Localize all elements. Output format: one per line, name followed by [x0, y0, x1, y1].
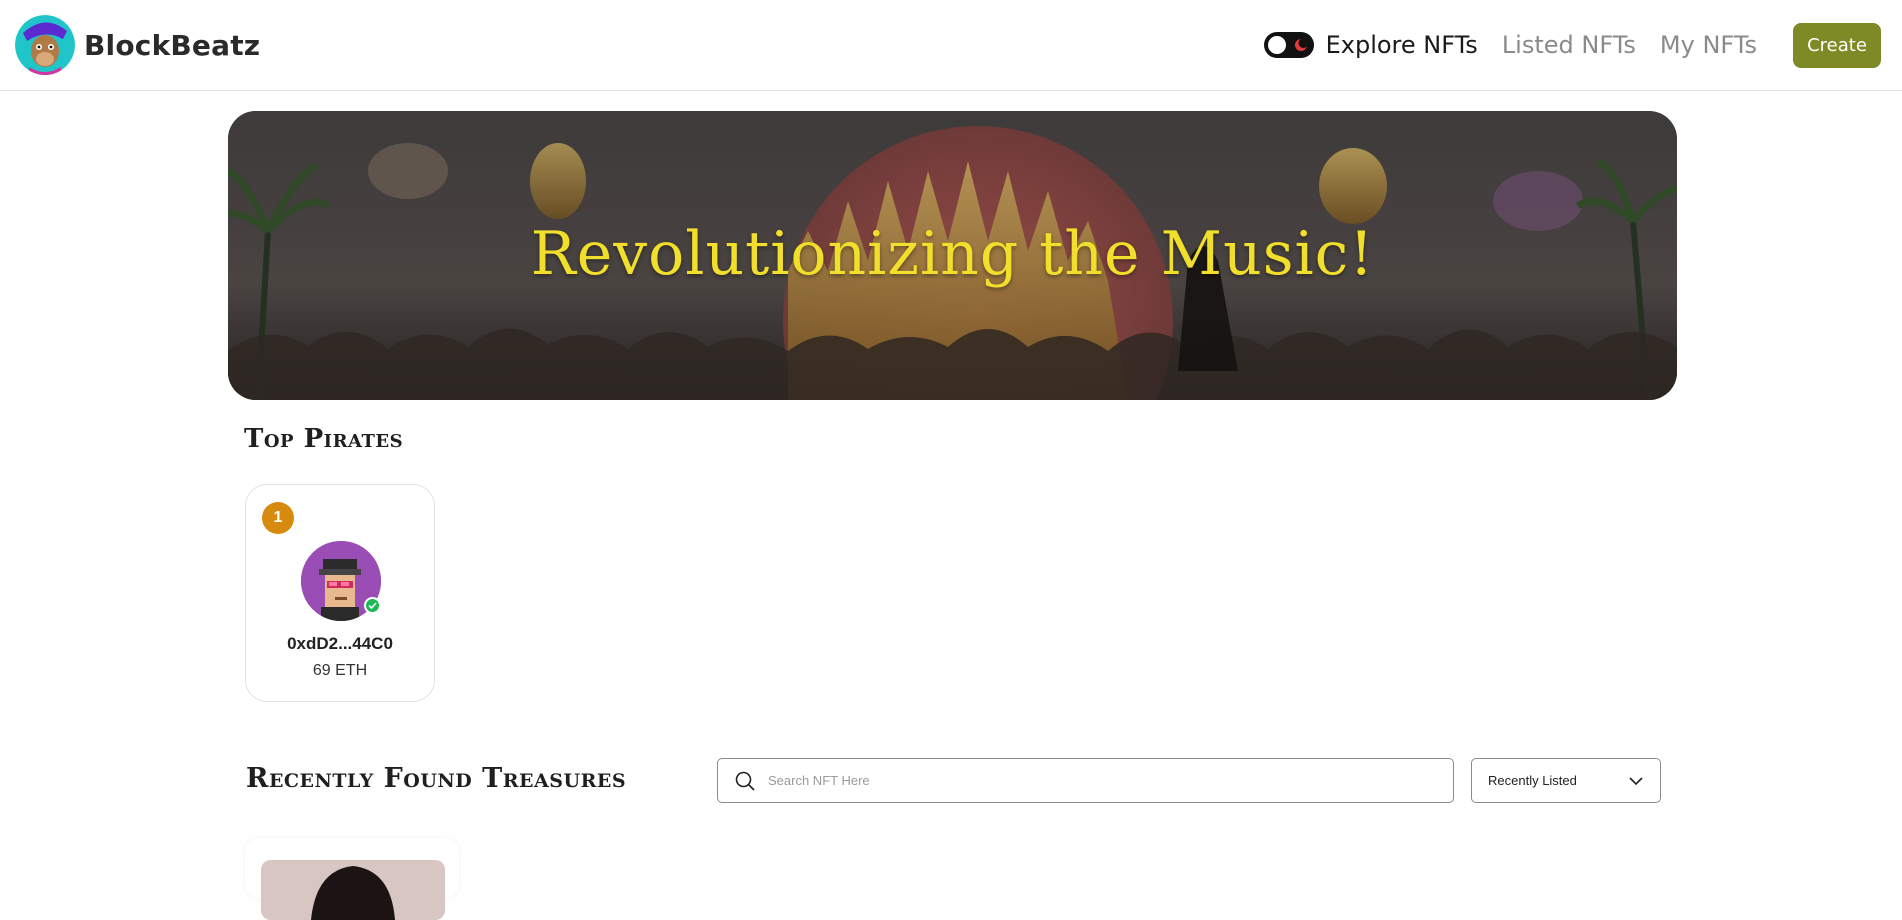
nav-link-my-nfts[interactable]: My NFTs — [1660, 31, 1757, 59]
brand-logo-link[interactable]: BlockBeatz — [15, 15, 260, 75]
recent-treasures-heading: Recently Found Treasures — [246, 763, 627, 794]
top-navbar: BlockBeatz Explore NFTs Listed NFTs My N… — [0, 0, 1902, 91]
chevron-down-icon — [1629, 776, 1643, 785]
sort-dropdown-value: Recently Listed — [1488, 773, 1577, 788]
create-button[interactable]: Create — [1793, 22, 1881, 68]
top-pirates-heading: Top Pirates — [244, 424, 404, 454]
logo-avatar-icon — [15, 15, 75, 75]
moon-icon — [1294, 38, 1308, 51]
theme-toggle[interactable] — [1263, 32, 1314, 58]
nft-thumbnail — [261, 860, 445, 920]
sort-dropdown[interactable]: Recently Listed — [1471, 758, 1661, 803]
nav-link-explore-nfts[interactable]: Explore NFTs — [1326, 31, 1478, 59]
nav-menu: Explore NFTs Listed NFTs My NFTs Create — [1263, 22, 1881, 68]
hero-banner: Revolutionizing the Music! — [228, 111, 1677, 400]
verified-check-icon — [364, 597, 381, 614]
hero-title: Revolutionizing the Music! — [530, 218, 1375, 289]
top-pirate-card[interactable]: 1 0xdD2...44C0 69 ETH — [245, 484, 435, 702]
rank-badge: 1 — [262, 502, 294, 534]
nav-link-listed-nfts[interactable]: Listed NFTs — [1502, 31, 1636, 59]
brand-name: BlockBeatz — [84, 28, 261, 62]
search-icon — [735, 771, 755, 791]
toggle-knob — [1267, 36, 1286, 54]
pirate-eth-amount: 69 ETH — [312, 662, 368, 679]
search-nft-box[interactable] — [717, 758, 1454, 803]
nft-card[interactable] — [245, 838, 459, 920]
pirate-address: 0xdD2...44C0 — [287, 634, 393, 653]
search-nft-input[interactable] — [768, 773, 1428, 788]
